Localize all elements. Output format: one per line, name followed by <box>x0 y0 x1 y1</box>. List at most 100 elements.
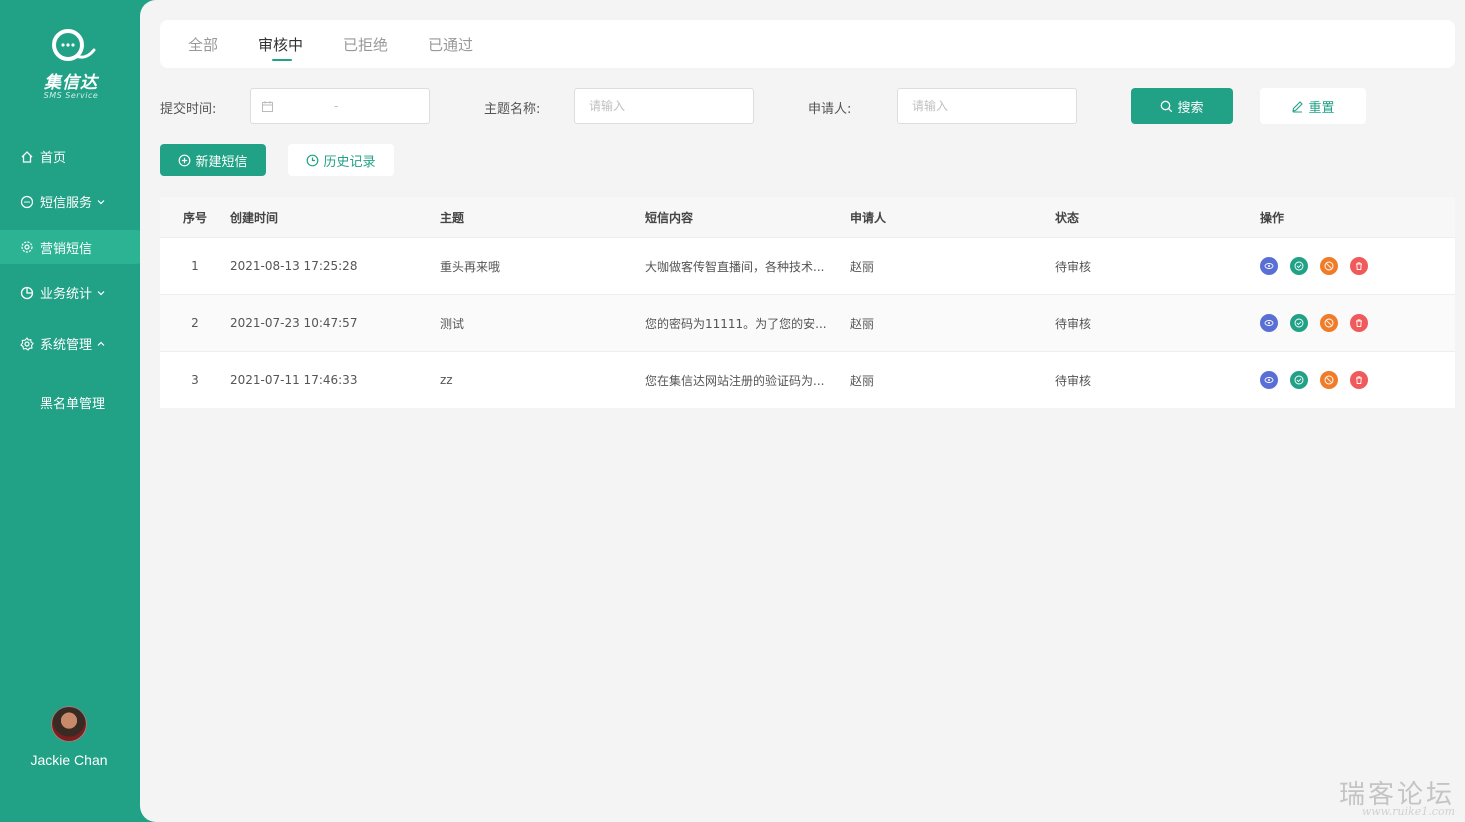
applicant-input[interactable] <box>912 99 1076 113</box>
brand-logo[interactable]: 集信达 SMS Service <box>36 26 106 100</box>
clock-icon <box>307 154 319 166</box>
brand-subtitle: SMS Service <box>43 91 99 100</box>
subject-input[interactable] <box>589 99 753 113</box>
main-content: 全部 审核中 已拒绝 已通过 提交时间: - 主题名称: 申请人: 搜索 重置 <box>140 0 1465 822</box>
sidebar-item-marketing-sms[interactable]: 营销短信 <box>0 230 152 264</box>
user-name: Jackie Chan <box>30 752 108 768</box>
new-sms-button[interactable]: 新建短信 <box>160 144 266 176</box>
table-row[interactable]: 3 2021-07-11 17:46:33 zz 您在集信达网站注册的验证码为.… <box>160 351 1455 408</box>
brand-name: 集信达 <box>44 73 98 93</box>
sidebar-item-blacklist[interactable]: 黑名单管理 <box>0 380 150 424</box>
applicant-field[interactable] <box>897 88 1077 124</box>
cell-operations <box>1260 257 1455 275</box>
date-label: 提交时间: <box>160 102 217 117</box>
table-row[interactable]: 1 2021-08-13 17:25:28 重头再来哦 大咖做客传智直播间，各种… <box>160 237 1455 294</box>
user-profile[interactable]: Jackie Chan <box>0 706 138 768</box>
new-sms-label: 新建短信 <box>195 154 248 170</box>
delete-icon[interactable] <box>1350 257 1368 275</box>
delete-icon[interactable] <box>1350 314 1368 332</box>
calendar-icon <box>261 100 274 113</box>
date-range-picker[interactable]: - <box>250 88 430 124</box>
cell-applicant: 赵丽 <box>850 316 875 331</box>
cell-content: 您在集信达网站注册的验证码为... <box>645 373 825 388</box>
view-icon[interactable] <box>1260 314 1278 332</box>
column-header: 创建时间 <box>230 210 279 225</box>
sidebar-item-label: 首页 <box>40 151 67 166</box>
cell-index: 1 <box>191 259 199 273</box>
cell-created: 2021-07-11 17:46:33 <box>230 373 358 387</box>
sidebar: 集信达 SMS Service 首页 短信服务 营销短信 业务统计 系统管理 黑… <box>0 0 152 822</box>
approve-icon[interactable] <box>1290 371 1308 389</box>
subject-label: 主题名称: <box>484 102 541 117</box>
tab-all[interactable]: 全部 <box>188 34 218 55</box>
approve-icon[interactable] <box>1290 257 1308 275</box>
chevron-down-icon <box>96 288 106 298</box>
reject-icon[interactable] <box>1320 314 1338 332</box>
cell-created: 2021-07-23 10:47:57 <box>230 316 358 330</box>
column-header: 操作 <box>1260 210 1285 225</box>
cell-content: 大咖做客传智直播间，各种技术... <box>645 259 825 274</box>
chevron-up-icon <box>96 339 106 349</box>
subject-field[interactable] <box>574 88 754 124</box>
chevron-down-icon <box>96 197 106 207</box>
cell-status: 待审核 <box>1055 373 1092 388</box>
column-header: 序号 <box>182 210 207 225</box>
sidebar-item-label: 营销短信 <box>40 241 93 257</box>
sidebar-item-label: 系统管理 <box>40 338 93 353</box>
reject-icon[interactable] <box>1320 257 1338 275</box>
cell-operations <box>1260 371 1455 389</box>
applicant-label: 申请人: <box>808 102 852 117</box>
table-row[interactable]: 2 2021-07-23 10:47:57 测试 您的密码为11111。为了您的… <box>160 294 1455 351</box>
reset-button[interactable]: 重置 <box>1260 88 1366 124</box>
add-circle-icon <box>179 154 191 166</box>
cell-created: 2021-08-13 17:25:28 <box>230 259 358 273</box>
approve-icon[interactable] <box>1290 314 1308 332</box>
date-separator: - <box>334 99 339 113</box>
sidebar-item-home[interactable]: 首页 <box>0 134 150 179</box>
reset-button-label: 重置 <box>1308 100 1335 116</box>
tab-approved[interactable]: 已通过 <box>428 34 473 55</box>
sidebar-item-label: 黑名单管理 <box>40 396 106 412</box>
cell-subject: 测试 <box>440 316 465 331</box>
view-icon[interactable] <box>1260 257 1278 275</box>
view-icon[interactable] <box>1260 371 1278 389</box>
cell-subject: zz <box>440 373 453 387</box>
column-header: 主题 <box>440 210 465 225</box>
table-header: 序号 创建时间 主题 短信内容 申请人 状态 操作 <box>160 197 1455 237</box>
column-header: 申请人 <box>850 210 887 225</box>
search-icon <box>1161 100 1173 112</box>
sidebar-item-system[interactable]: 系统管理 <box>0 321 150 366</box>
sidebar-item-statistics[interactable]: 业务统计 <box>0 270 150 315</box>
search-button-label: 搜索 <box>1177 100 1204 116</box>
tab-rejected[interactable]: 已拒绝 <box>343 34 388 55</box>
watermark: 瑞客论坛 www.ruike1.com <box>1339 774 1455 818</box>
tab-pending[interactable]: 审核中 <box>258 34 303 61</box>
search-button[interactable]: 搜索 <box>1131 88 1233 124</box>
cell-index: 2 <box>191 316 199 330</box>
status-tabs: 全部 审核中 已拒绝 已通过 <box>160 20 1455 68</box>
sidebar-item-label: 业务统计 <box>40 287 93 302</box>
cell-subject: 重头再来哦 <box>440 259 501 274</box>
column-header: 短信内容 <box>645 210 694 225</box>
sidebar-item-label: 短信服务 <box>40 196 93 211</box>
logo-icon <box>46 26 96 66</box>
gear-icon <box>20 240 34 254</box>
cell-index: 3 <box>191 373 199 387</box>
pie-chart-icon <box>20 286 34 300</box>
cell-status: 待审核 <box>1055 316 1092 331</box>
sidebar-item-sms-service[interactable]: 短信服务 <box>0 179 150 224</box>
home-icon <box>20 150 34 164</box>
cell-status: 待审核 <box>1055 259 1092 274</box>
cell-applicant: 赵丽 <box>850 259 875 274</box>
history-button[interactable]: 历史记录 <box>288 144 394 176</box>
settings-icon <box>20 336 34 351</box>
cell-content: 您的密码为11111。为了您的安... <box>645 316 827 331</box>
cell-operations <box>1260 314 1455 332</box>
reject-icon[interactable] <box>1320 371 1338 389</box>
filter-bar: 提交时间: - 主题名称: 申请人: 搜索 重置 <box>160 86 1455 126</box>
delete-icon[interactable] <box>1350 371 1368 389</box>
avatar[interactable] <box>51 706 87 742</box>
sidebar-nav: 首页 短信服务 营销短信 业务统计 系统管理 黑名单管理 <box>0 134 152 424</box>
sms-table: 序号 创建时间 主题 短信内容 申请人 状态 操作 1 2021-08-13 1… <box>160 197 1455 408</box>
history-label: 历史记录 <box>323 154 376 170</box>
